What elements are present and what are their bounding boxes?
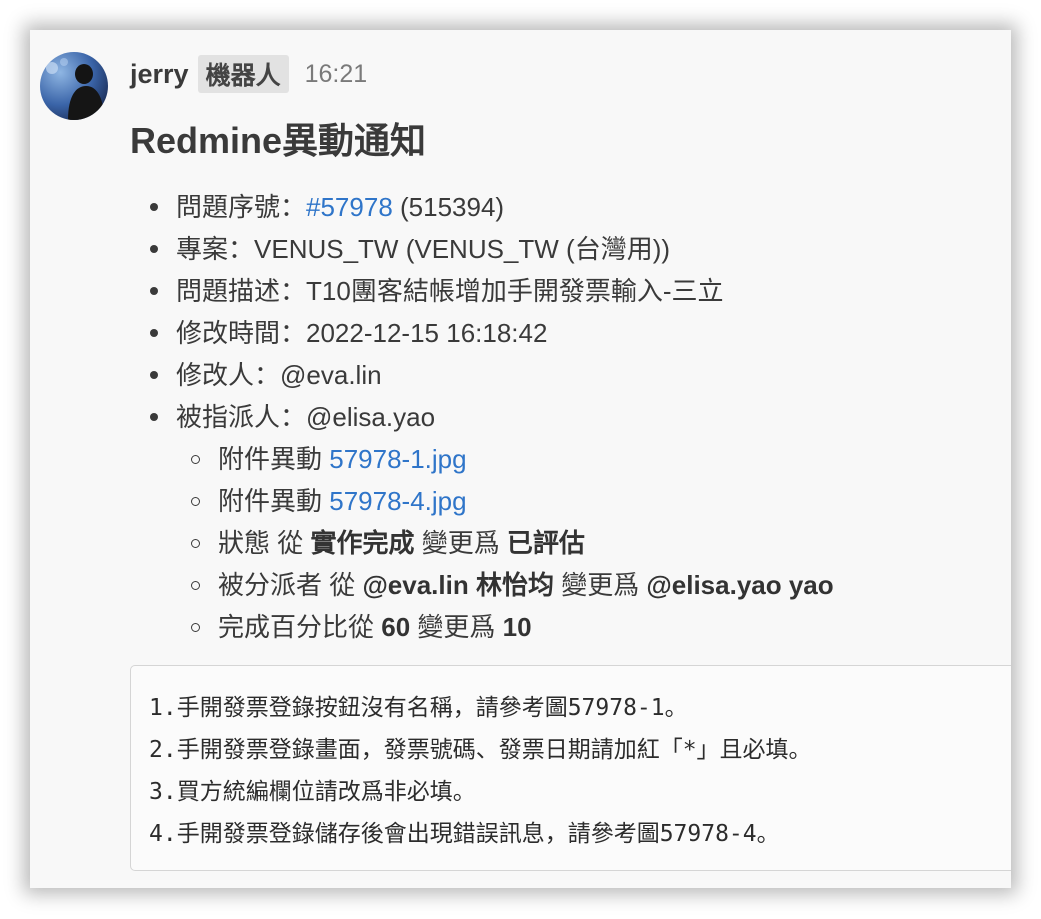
done-to: 10 xyxy=(502,612,532,642)
assignee-label: 被指派人： xyxy=(176,402,307,432)
attachment-link-1[interactable]: 57978-1.jpg xyxy=(329,444,466,474)
status-mid: 變更爲 xyxy=(414,528,507,558)
note-line-2: 2.手開發票登錄畫面，發票號碼、發票日期請加紅「*」且必填。 xyxy=(149,737,812,763)
done-prefix: 完成百分比從 xyxy=(218,612,382,642)
detail-list: 問題序號：#57978 (515394) 專案：VENUS_TW (VENUS_… xyxy=(150,186,834,648)
assign-from: @eva.lin 林怡均 xyxy=(362,570,554,600)
bot-badge: 機器人 xyxy=(197,55,289,93)
assign-to: @elisa.yao yao xyxy=(646,570,834,600)
issue-label: 問題序號： xyxy=(176,192,307,222)
status-from: 實作完成 xyxy=(310,528,415,558)
note-line-1: 1.手開發票登錄按鈕沒有名稱，請參考圖57978-1。 xyxy=(149,695,688,721)
modifier-label: 修改人： xyxy=(176,360,281,390)
attachment-prefix: 附件異動 xyxy=(218,444,330,474)
note-line-4: 4.手開發票登錄儲存後會出現錯誤訊息，請參考圖57978-4。 xyxy=(149,821,780,847)
assign-mid: 變更爲 xyxy=(553,570,647,600)
note-line-3: 3.買方統編欄位請改爲非必填。 xyxy=(149,779,476,805)
attachment-prefix: 附件異動 xyxy=(218,486,330,516)
change-item: 完成百分比從 60 變更爲 10 xyxy=(176,606,834,648)
message-title: Redmine異動通知 xyxy=(130,120,427,161)
attachment-link-4[interactable]: 57978-4.jpg xyxy=(329,486,466,516)
list-item: 被指派人：@elisa.yao 附件異動 57978-1.jpg 附件異動 57… xyxy=(150,396,834,648)
status-to: 已評估 xyxy=(506,528,585,558)
list-item: 專案：VENUS_TW (VENUS_TW (台灣用)) xyxy=(150,228,834,270)
notes-code-block: 1.手開發票登錄按鈕沒有名稱，請參考圖57978-1。 2.手開發票登錄畫面，發… xyxy=(130,665,1011,871)
avatar[interactable] xyxy=(40,52,108,120)
author-name[interactable]: jerry xyxy=(130,59,189,90)
avatar-image xyxy=(40,52,108,120)
done-from: 60 xyxy=(381,612,411,642)
issue-extra: (515394) xyxy=(392,192,505,222)
modified-time-value: 2022-12-15 16:18:42 xyxy=(306,318,548,348)
change-item: 被分派者 從 @eva.lin 林怡均 變更爲 @elisa.yao yao xyxy=(176,564,834,606)
change-list: 附件異動 57978-1.jpg 附件異動 57978-4.jpg 狀態 從 實… xyxy=(176,438,834,648)
assign-prefix: 被分派者 從 xyxy=(218,570,363,600)
status-prefix: 狀態 從 xyxy=(218,528,311,558)
issue-link[interactable]: #57978 xyxy=(306,192,393,222)
description-label: 問題描述： xyxy=(176,276,307,306)
list-item: 修改時間：2022-12-15 16:18:42 xyxy=(150,312,834,354)
change-item: 附件異動 57978-4.jpg xyxy=(176,480,834,522)
modified-time-label: 修改時間： xyxy=(176,318,307,348)
change-item: 附件異動 57978-1.jpg xyxy=(176,438,834,480)
description-value: T10團客結帳增加手開發票輸入-三立 xyxy=(306,276,724,306)
done-mid: 變更爲 xyxy=(410,612,503,642)
list-item: 修改人：@eva.lin xyxy=(150,354,834,396)
change-item: 狀態 從 實作完成 變更爲 已評估 xyxy=(176,522,834,564)
message-header: jerry 機器人 16:21 xyxy=(130,52,367,96)
project-label: 專案： xyxy=(176,234,255,264)
list-item: 問題序號：#57978 (515394) xyxy=(150,186,834,228)
project-value: VENUS_TW (VENUS_TW (台灣用)) xyxy=(254,234,671,264)
message-card: jerry 機器人 16:21 Redmine異動通知 問題序號：#57978 … xyxy=(30,30,1011,888)
list-item: 問題描述：T10團客結帳增加手開發票輸入-三立 xyxy=(150,270,834,312)
modifier-value: @eva.lin xyxy=(280,360,382,390)
assignee-value: @elisa.yao xyxy=(306,402,436,432)
timestamp[interactable]: 16:21 xyxy=(305,60,368,89)
